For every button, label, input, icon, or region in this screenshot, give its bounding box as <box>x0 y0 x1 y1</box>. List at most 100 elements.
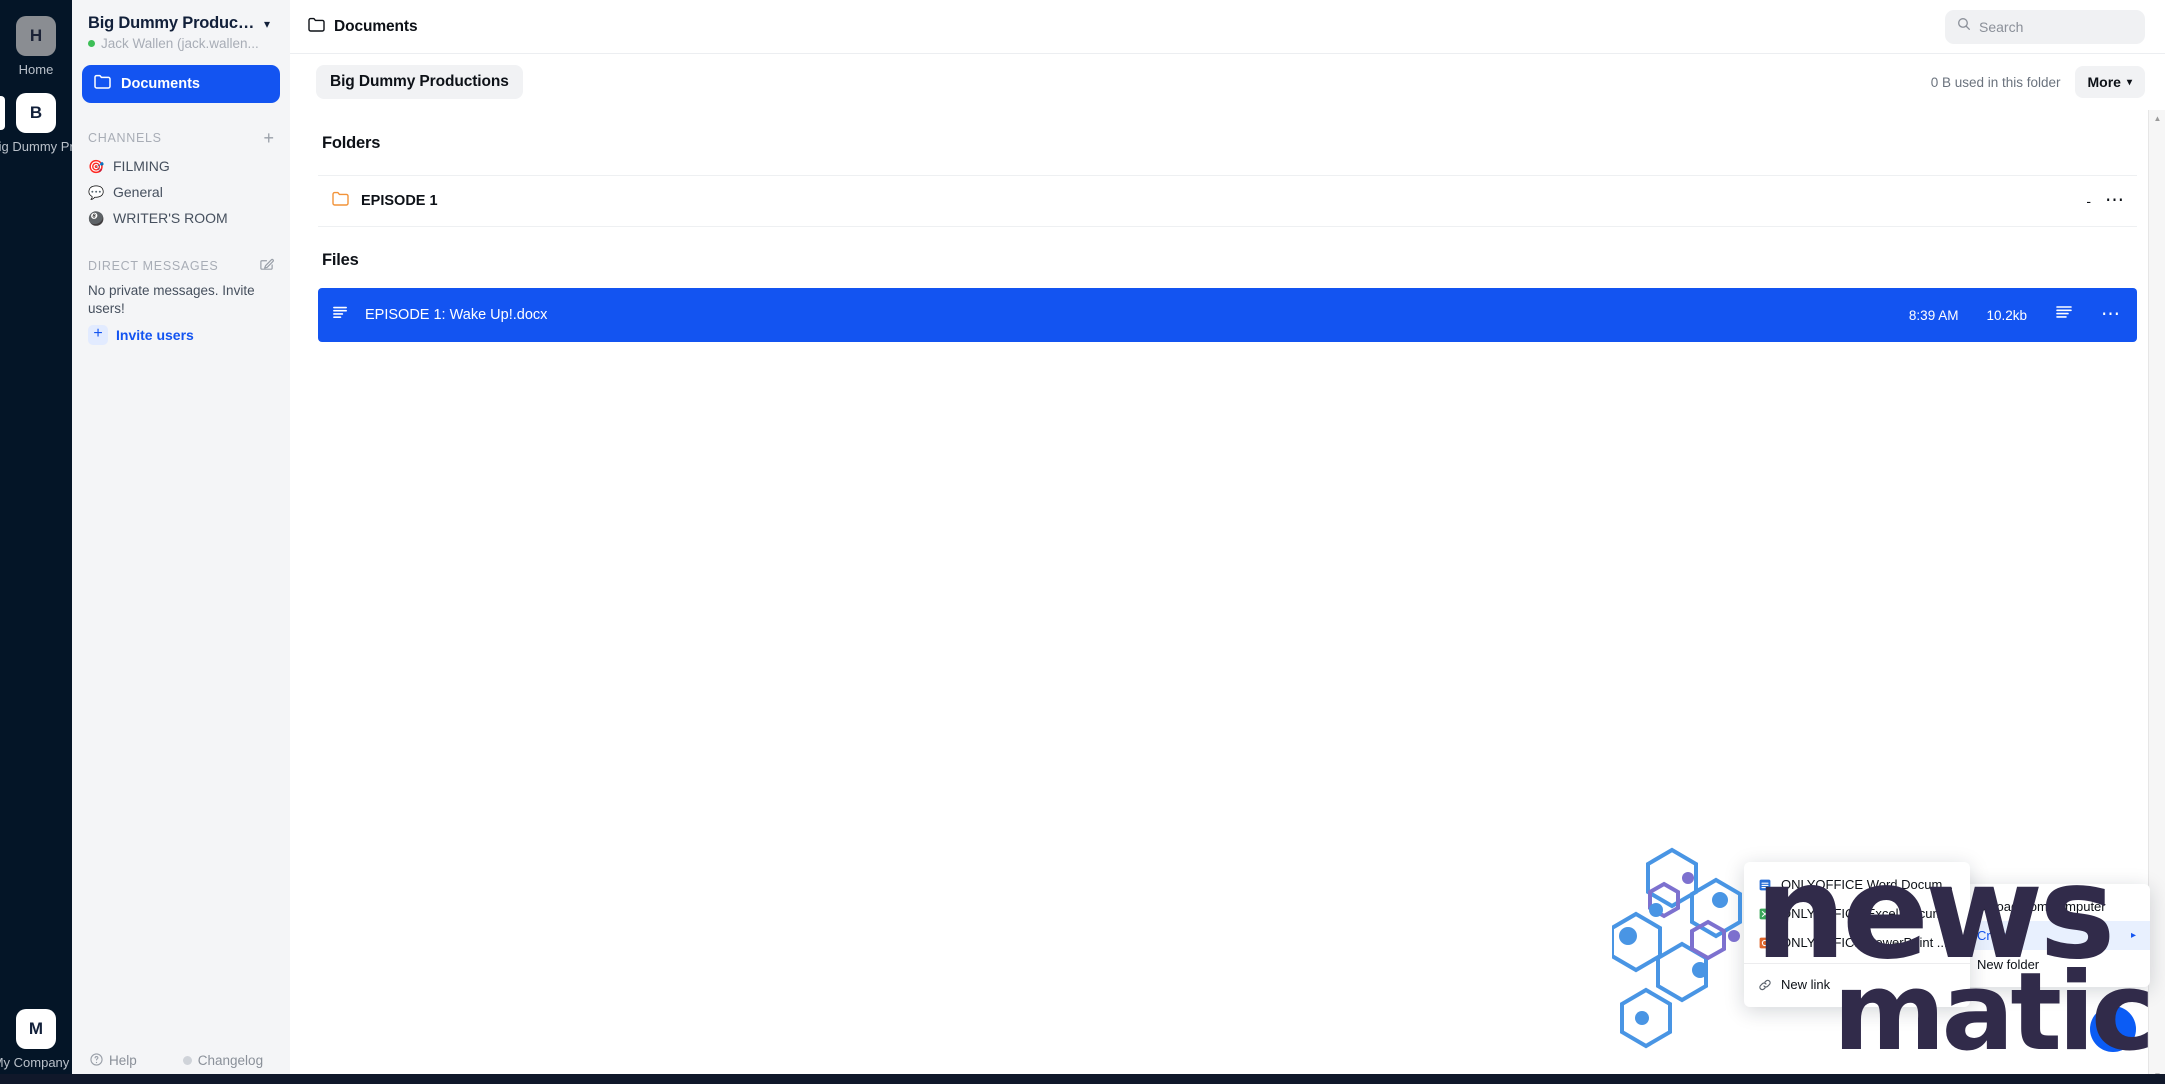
more-button[interactable]: More ▾ <box>2074 66 2145 98</box>
rail-avatar-my-company[interactable]: M <box>16 1009 56 1049</box>
top-bar: Documents Search <box>290 0 2165 54</box>
menu-item-onlyoffice-word-document[interactable]: ONLYOFFICE Word Docum... <box>1744 870 1970 899</box>
speech-balloon-emoji-icon: 💬 <box>88 184 105 200</box>
sidebar-item-writers-room[interactable]: 🎱 WRITER'S ROOM <box>82 205 280 231</box>
menu-item-onlyoffice-excel-document-label: ONLYOFFICE Excel Docum... <box>1781 906 1955 921</box>
channels-section-header: CHANNELS + <box>82 129 280 147</box>
menu-item-upload-from-computer[interactable]: Upload from computer <box>1940 892 2150 921</box>
menu-item-new-link[interactable]: New link <box>1744 970 1970 999</box>
vertical-scrollbar[interactable]: ▲ ▼ <box>2148 110 2165 1084</box>
channels-section-label: CHANNELS <box>88 131 162 145</box>
excel-doc-icon <box>1758 907 1772 921</box>
online-status-icon <box>88 40 95 47</box>
chevron-right-icon: ▸ <box>2130 930 2136 941</box>
invite-users-label: Invite users <box>116 327 194 344</box>
folders-section-label: Folders <box>322 134 381 152</box>
sidebar-item-filming-label: FILMING <box>113 158 170 174</box>
folder-size: - <box>2086 193 2091 209</box>
table-row[interactable]: EPISODE 1 - ⋯ <box>318 175 2137 227</box>
direct-messages-empty-text: No private messages. Invite users! <box>88 283 255 317</box>
help-button[interactable]: Help <box>90 1053 137 1068</box>
plus-icon[interactable]: + <box>263 129 274 147</box>
folder-title-actions: 0 B used in this folder More ▾ <box>1931 66 2145 98</box>
file-name: EPISODE 1: Wake Up!.docx <box>365 307 548 323</box>
changelog-dot-icon <box>182 1056 192 1065</box>
rail-item-home[interactable]: H Home <box>0 16 72 77</box>
page-title[interactable]: Big Dummy Productions <box>316 65 523 99</box>
app-root: H Home B Big Dummy Productions M My Comp… <box>0 0 2165 1084</box>
file-meta-group: 8:39 AM 10.2kb ⋯ <box>1909 305 2121 325</box>
sidebar-item-documents[interactable]: Documents <box>82 65 280 103</box>
menu-item-create[interactable]: Create ▸ <box>1940 921 2150 950</box>
document-icon <box>332 305 349 326</box>
sidebar-item-writers-room-label: WRITER'S ROOM <box>113 210 228 226</box>
ellipsis-icon[interactable]: ⋯ <box>2105 192 2125 210</box>
ellipsis-icon[interactable]: ⋯ <box>2101 306 2121 324</box>
folder-title-bar: Big Dummy Productions 0 B used in this f… <box>290 54 2165 110</box>
scrollbar-thumb[interactable] <box>2151 127 2164 457</box>
search-input[interactable]: Search <box>1945 9 2145 44</box>
menu-separator <box>1744 963 1970 964</box>
menu-item-onlyoffice-powerpoint-document-label: ONLYOFFICE PowerPoint ... <box>1781 935 1948 950</box>
rail-item-big-dummy-productions[interactable]: B Big Dummy Productions <box>0 93 130 154</box>
workspace-title: Big Dummy Producti... <box>88 14 258 32</box>
help-circle-icon <box>90 1053 103 1068</box>
rail-label-home: Home <box>18 62 54 77</box>
menu-item-new-folder[interactable]: New folder <box>1940 950 2150 979</box>
files-section-label: Files <box>322 251 359 269</box>
workspace-title-row[interactable]: Big Dummy Producti... ▾ <box>88 14 274 33</box>
rail-item-my-company[interactable]: M My Company <box>0 1009 72 1070</box>
table-row[interactable]: EPISODE 1: Wake Up!.docx 8:39 AM 10.2kb … <box>318 288 2137 342</box>
more-context-menu: Upload from computer Create ▸ New folder <box>1940 884 2150 987</box>
file-size: 10.2kb <box>1986 307 2027 323</box>
folder-icon <box>332 191 349 211</box>
menu-item-upload-from-computer-label: Upload from computer <box>1977 899 2106 914</box>
document-lines-icon[interactable] <box>2055 305 2073 325</box>
menu-item-new-link-label: New link <box>1781 977 1831 992</box>
breadcrumb[interactable]: Documents <box>308 17 418 37</box>
folder-icon <box>308 17 325 37</box>
rail-avatar-home[interactable]: H <box>16 16 56 56</box>
plus-icon: + <box>88 325 108 346</box>
file-time: 8:39 AM <box>1908 307 1959 323</box>
word-doc-icon <box>1758 878 1772 892</box>
chevron-down-icon: ▾ <box>2126 76 2132 88</box>
help-label: Help <box>109 1053 137 1068</box>
powerpoint-doc-icon <box>1758 936 1772 950</box>
link-icon <box>1758 978 1772 992</box>
eight-ball-emoji-icon: 🎱 <box>88 210 105 226</box>
sidebar-item-general-label: General <box>113 184 163 200</box>
changelog-label: Changelog <box>197 1053 264 1068</box>
search-icon <box>1957 17 1971 36</box>
workspace-header: Big Dummy Producti... ▾ Jack Wallen (jac… <box>82 0 280 53</box>
changelog-button[interactable]: Changelog <box>182 1053 264 1068</box>
sidebar: Big Dummy Producti... ▾ Jack Wallen (jac… <box>72 0 290 1084</box>
folder-icon <box>94 74 111 94</box>
sidebar-item-filming[interactable]: 🎯 FILMING <box>82 153 280 179</box>
storage-used-text: 0 B used in this folder <box>1930 74 2061 90</box>
direct-messages-section-header: DIRECT MESSAGES <box>82 257 280 274</box>
more-button-label: More <box>2087 74 2121 90</box>
compose-icon[interactable] <box>259 257 274 274</box>
workspace-rail: H Home B Big Dummy Productions M My Comp… <box>0 0 130 1084</box>
workspace-user-name: Jack Wallen (jack.wallen... <box>101 36 259 51</box>
breadcrumb-label: Documents <box>334 17 418 35</box>
direct-messages-section-label: DIRECT MESSAGES <box>88 258 219 273</box>
chat-bubble-icon[interactable] <box>2090 1006 2136 1052</box>
menu-item-create-label: Create <box>1977 928 2017 943</box>
rail-active-indicator <box>0 96 5 130</box>
menu-item-onlyoffice-word-document-label: ONLYOFFICE Word Docum... <box>1781 877 1954 892</box>
menu-item-onlyoffice-excel-document[interactable]: ONLYOFFICE Excel Docum... <box>1744 899 1970 928</box>
scroll-up-button[interactable]: ▲ <box>2149 110 2165 127</box>
sidebar-item-documents-label: Documents <box>121 76 200 92</box>
rail-avatar-big-dummy-productions[interactable]: B <box>16 93 56 133</box>
rail-label-big-dummy-productions: Big Dummy Productions <box>0 139 130 154</box>
menu-item-onlyoffice-powerpoint-document[interactable]: ONLYOFFICE PowerPoint ... <box>1744 928 1970 957</box>
chevron-down-icon[interactable]: ▾ <box>264 18 270 30</box>
sidebar-item-general[interactable]: 💬 General <box>82 179 280 205</box>
rail-label-my-company: My Company <box>0 1055 70 1070</box>
search-placeholder: Search <box>1979 18 2024 35</box>
workspace-user[interactable]: Jack Wallen (jack.wallen... <box>88 36 274 51</box>
invite-users-button[interactable]: + Invite users <box>82 318 280 346</box>
